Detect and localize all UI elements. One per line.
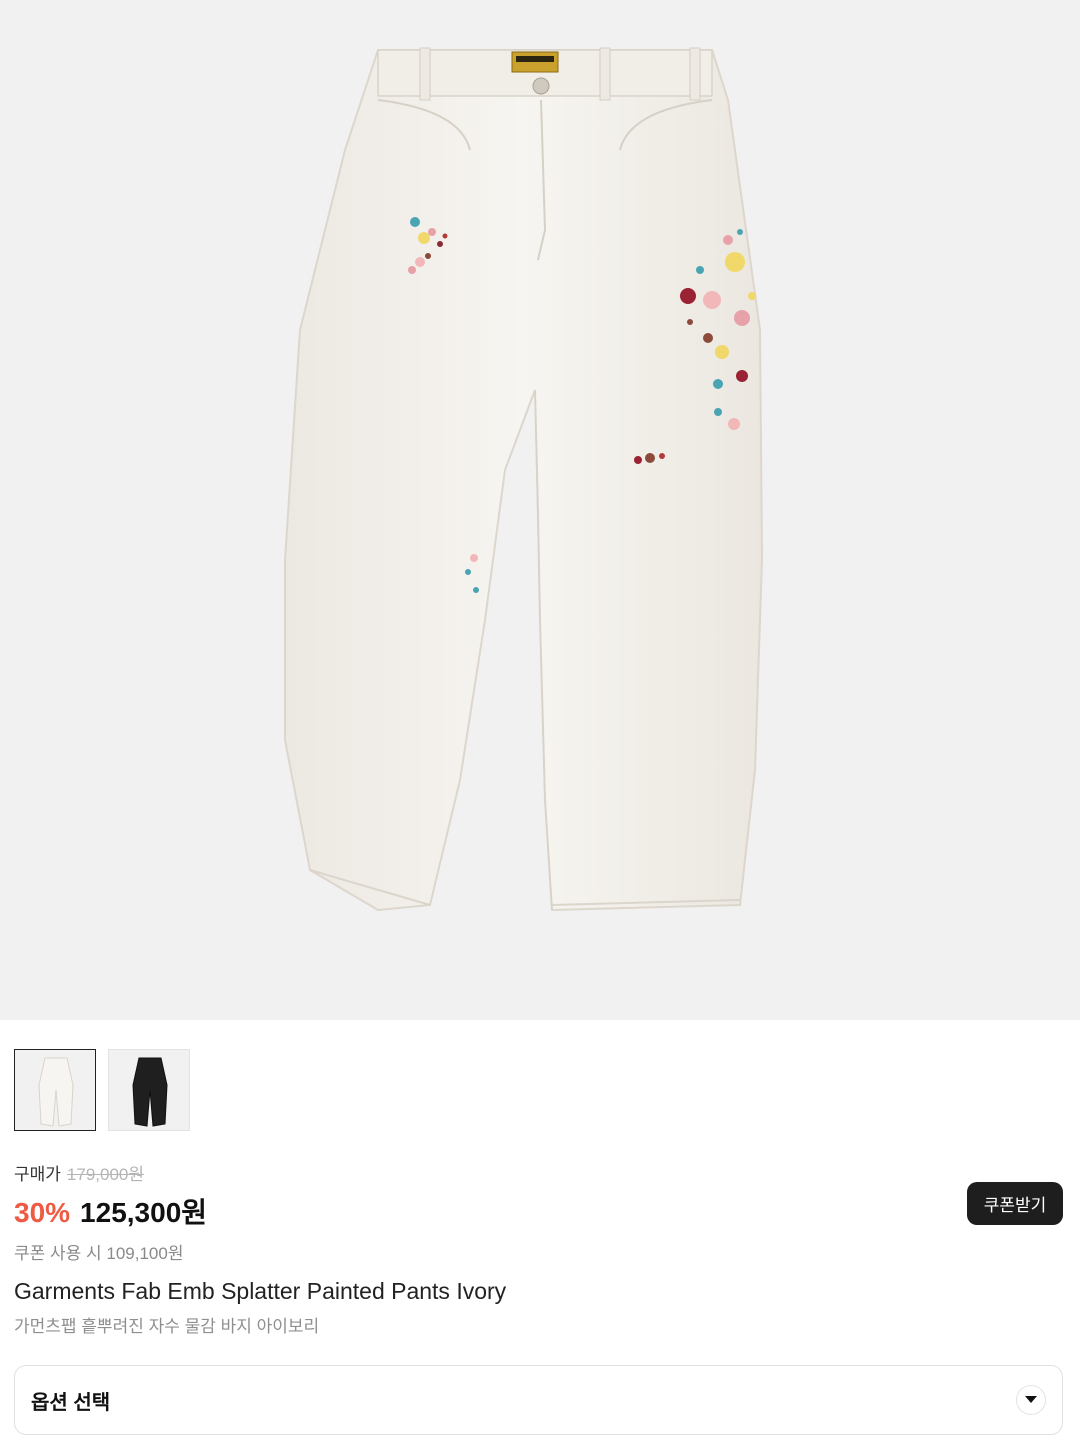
product-title-korean: 가먼츠팹 흩뿌려진 자수 물감 바지 아이보리: [14, 1317, 320, 1336]
chevron-down-icon[interactable]: [1016, 1385, 1046, 1415]
purchase-label: 구매가: [14, 1165, 61, 1184]
original-price: 179,000원: [66, 1165, 145, 1184]
sale-price-row: 30% 125,300원: [14, 1191, 207, 1231]
thumbnail-ivory[interactable]: [14, 1049, 96, 1131]
product-hero-image[interactable]: [0, 0, 1080, 1020]
purchase-price-row: 구매가 179,000원: [14, 1160, 207, 1185]
sale-price: 125,300원: [80, 1197, 208, 1228]
get-coupon-button[interactable]: 쿠폰받기: [967, 1182, 1063, 1225]
discount-rate: 30%: [14, 1197, 71, 1228]
pants-illustration: [284, 47, 764, 912]
thumbnail-black[interactable]: [108, 1049, 190, 1131]
option-select-label: 옵션 선택: [31, 1391, 111, 1414]
coupon-price: 쿠폰 사용 시 109,100원: [14, 1244, 184, 1263]
ivory-pants-thumbnail-image: [38, 1057, 74, 1127]
product-title: Garments Fab Emb Splatter Painted Pants …: [14, 1278, 507, 1304]
option-select-dropdown[interactable]: 옵션 선택: [14, 1365, 1063, 1435]
price-section: 구매가 179,000원 30% 125,300원 쿠폰 사용 시 109,10…: [14, 1160, 207, 1264]
black-pants-thumbnail-image: [132, 1057, 168, 1127]
thumbnail-gallery: [14, 1049, 190, 1131]
